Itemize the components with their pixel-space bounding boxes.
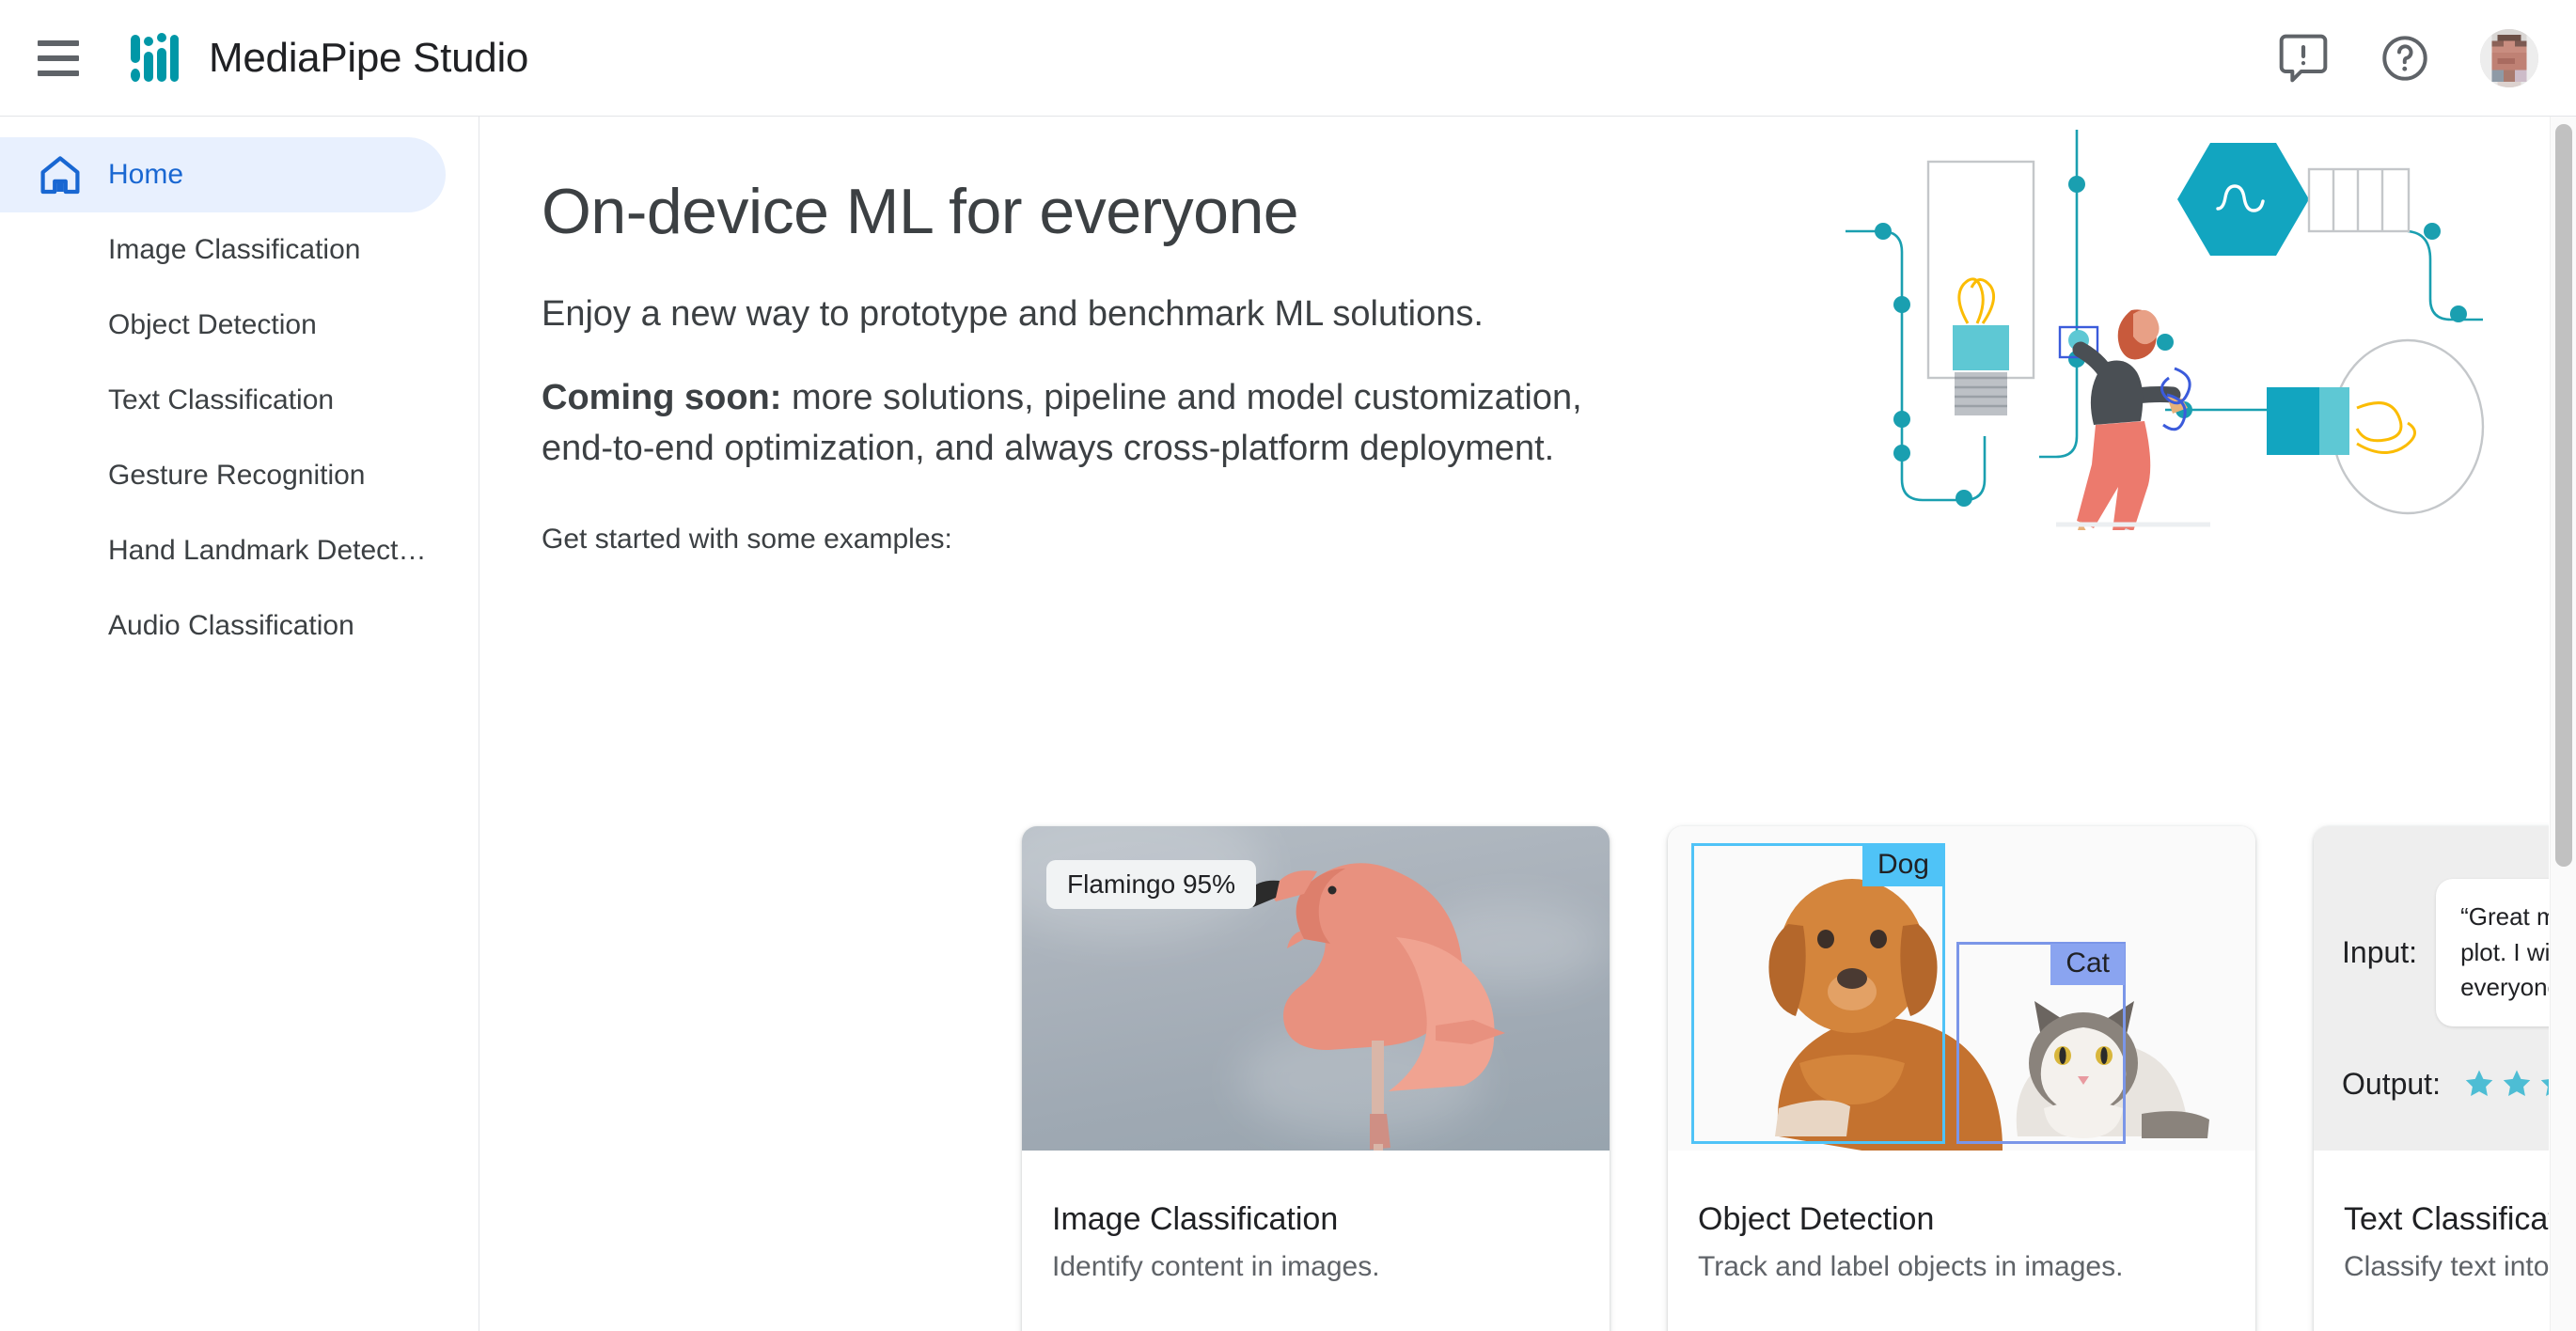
get-started-label: Get started with some examples: [542,523,952,555]
classification-badge: Flamingo 95% [1046,860,1256,909]
sidebar-item-home[interactable]: Home [0,137,446,212]
header-actions [2277,28,2538,87]
sidebar-item-label: Text Classification [108,384,335,415]
coming-soon-paragraph: Coming soon: more solutions, pipeline an… [542,373,1651,475]
star-icon [2465,1070,2493,1097]
card-body: Image Classification Identify content in… [1022,1151,1610,1331]
sidebar: Home Image Classification Object Detecti… [0,117,479,1331]
card-description: Track and label objects in images. [1698,1251,2124,1282]
card-object-detection[interactable]: Dog Cat Object Detection Track and label… [1668,826,2255,1331]
output-row: Output: [2342,1057,2549,1111]
sidebar-item-hand-landmark-detection[interactable]: Hand Landmark Detect… [0,513,446,588]
app-title: MediaPipe Studio [209,34,529,81]
example-cards: Flamingo 95% Image Classification Identi… [1022,826,2549,1331]
bounding-box-cat: Cat [1956,942,2126,1144]
bbox-label-dog: Dog [1861,845,1944,886]
card-text-classification[interactable]: Input: “Great movie with a classic plot.… [2314,826,2549,1331]
sidebar-item-text-classification[interactable]: Text Classification [0,363,446,438]
card-body: Text Classification Classify text into r… [2314,1151,2549,1331]
bounding-box-dog: Dog [1691,843,1945,1144]
feedback-icon[interactable] [2277,32,2330,85]
card-description: Identify content in images. [1052,1251,1380,1282]
card-title: Image Classification [1052,1201,1339,1237]
brand: MediaPipe Studio [131,32,529,84]
help-icon[interactable] [2379,32,2431,85]
input-label: Input: [2342,935,2418,970]
sidebar-item-audio-classification[interactable]: Audio Classification [0,588,446,664]
hero-section: On-device ML for everyone Enjoy a new wa… [480,117,2549,556]
app-header: MediaPipe Studio [0,0,2576,117]
card-body: Object Detection Track and label objects… [1668,1151,2255,1331]
star-rating [2463,1068,2549,1100]
card-title: Text Classification [2344,1201,2549,1237]
sidebar-item-label: Home [108,159,184,190]
vertical-scrollbar[interactable] [2550,117,2576,1331]
coming-soon-label: Coming soon: [542,377,782,417]
sidebar-item-label: Gesture Recognition [108,460,366,491]
sidebar-item-label: Object Detection [108,309,317,340]
input-text: “Great movie with a classic plot. I will… [2436,879,2549,1027]
page-title: On-device ML for everyone [542,176,1299,247]
sidebar-item-label: Image Classification [108,234,361,265]
bbox-label-cat: Cat [2050,944,2125,985]
card-title: Object Detection [1698,1201,1935,1237]
output-label: Output: [2342,1066,2441,1101]
sidebar-item-label: Hand Landmark Detect… [108,535,427,566]
user-avatar[interactable] [2480,28,2538,87]
sidebar-item-object-detection[interactable]: Object Detection [0,288,446,363]
scrollbar-thumb[interactable] [2555,124,2572,867]
star-icon [2503,1070,2531,1097]
card-description: Classify text into relevant tags. [2344,1251,2549,1282]
star-icon [2540,1079,2549,1097]
mediapipe-logo-icon [131,32,179,84]
person-figure [2072,309,2188,530]
home-icon [40,156,80,195]
flamingo-photo: Flamingo 95% [1022,826,1610,1151]
sidebar-item-label: Audio Classification [108,610,354,641]
input-row: Input: “Great movie with a classic plot.… [2342,879,2549,1027]
sidebar-item-gesture-recognition[interactable]: Gesture Recognition [0,438,446,513]
card-image-classification[interactable]: Flamingo 95% Image Classification Identi… [1022,826,1610,1331]
main-content: On-device ML for everyone Enjoy a new wa… [480,117,2549,1331]
hero-lede: Enjoy a new way to prototype and benchma… [542,294,1484,334]
text-classification-preview: Input: “Great movie with a classic plot.… [2314,826,2549,1151]
dog-cat-photo: Dog Cat [1668,826,2255,1151]
hamburger-menu-icon[interactable] [38,38,88,79]
sidebar-item-image-classification[interactable]: Image Classification [0,212,446,288]
